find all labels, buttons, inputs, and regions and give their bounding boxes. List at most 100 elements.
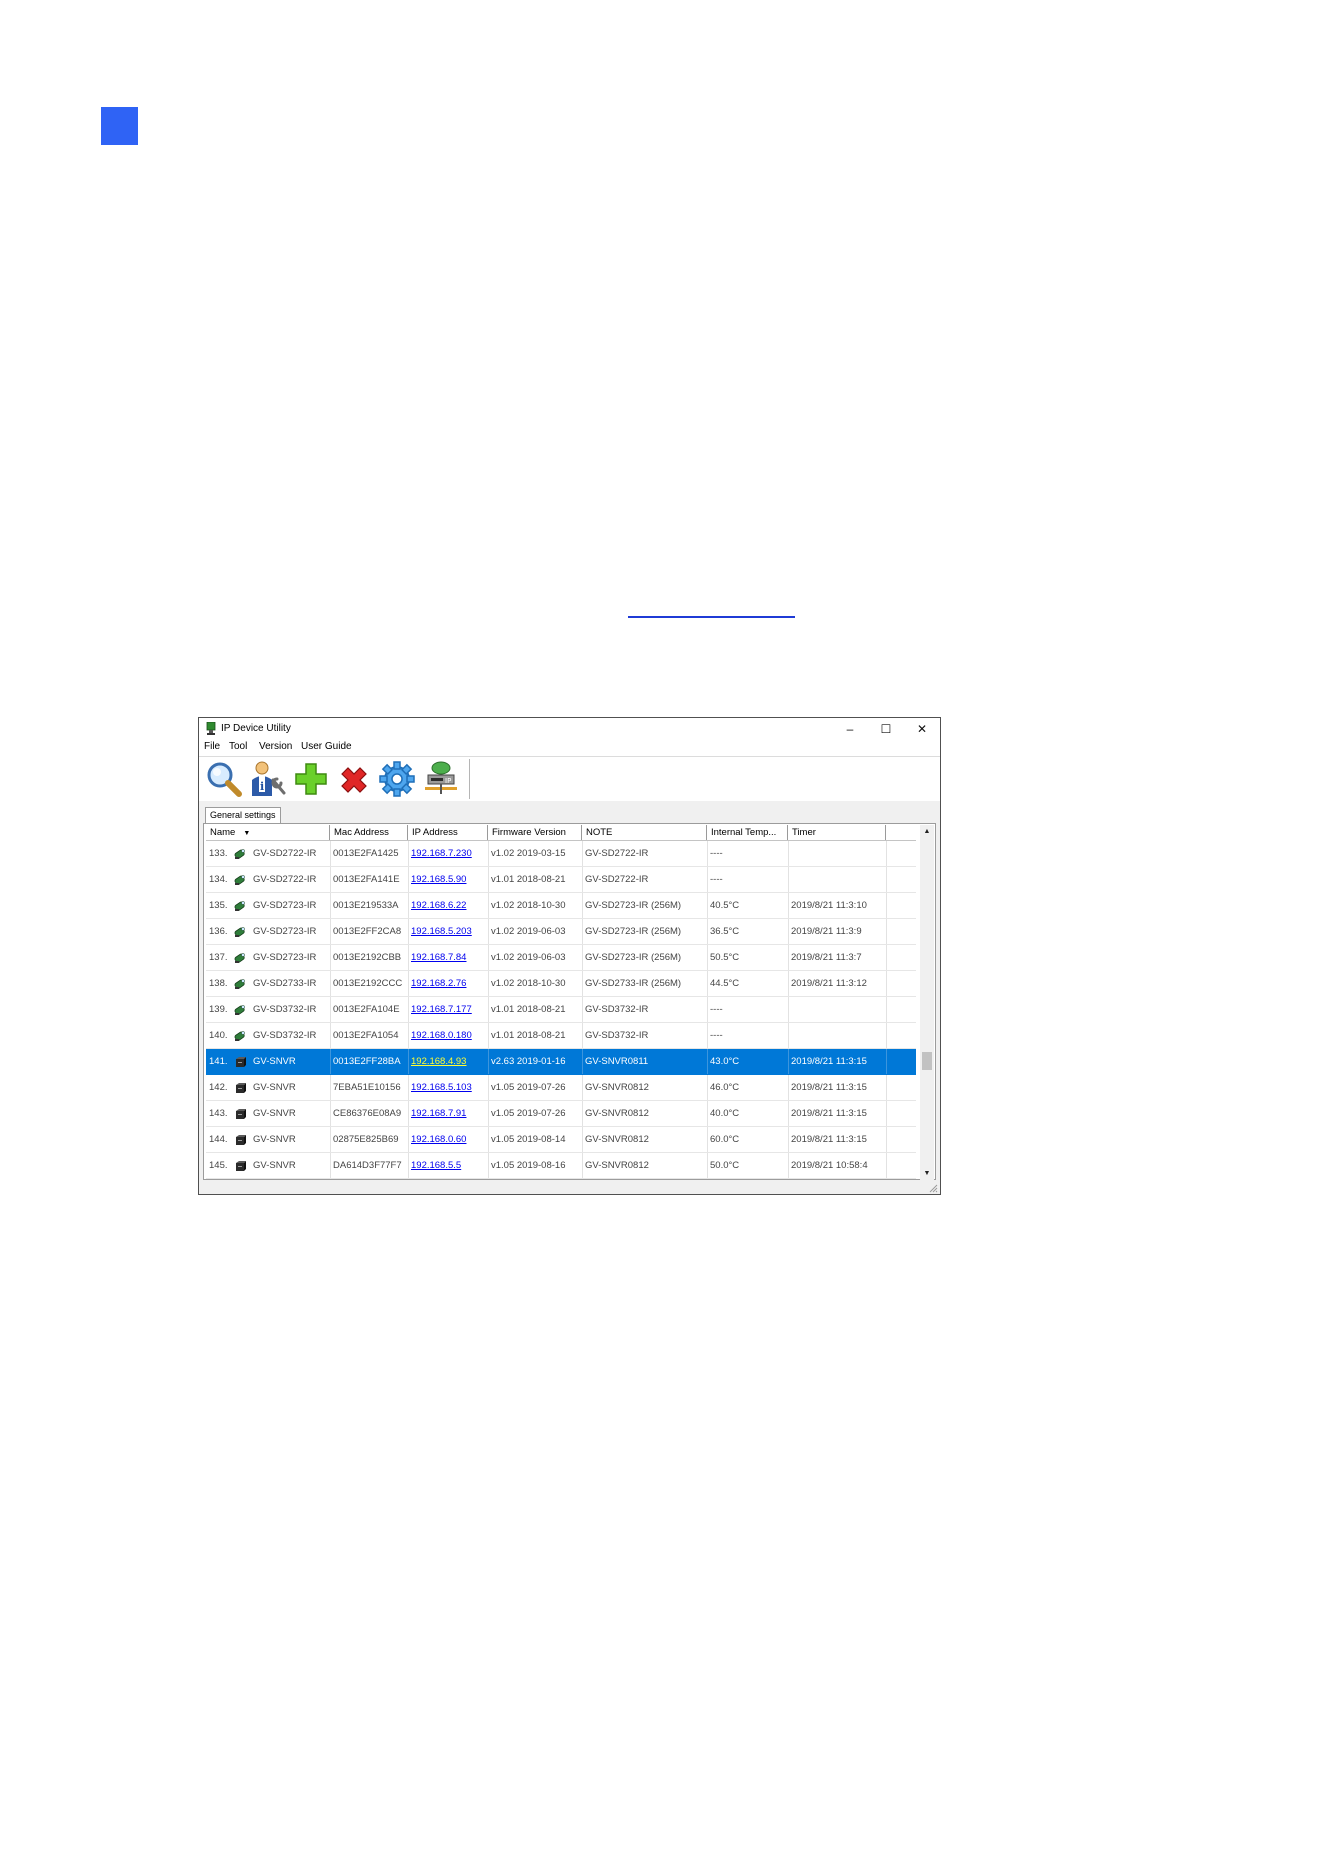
table-row[interactable]: 140. GV-SD3732-IR 0013E2FA1054 192.168.0.18… <box>206 1023 916 1049</box>
column-divider <box>488 893 489 918</box>
scroll-down-icon[interactable]: ▼ <box>920 1167 934 1181</box>
cell-ip-address[interactable]: 192.168.0.60 <box>408 1127 488 1152</box>
settings-button[interactable] <box>377 760 417 798</box>
cell-device-name: GV-SNVR <box>253 1134 296 1145</box>
column-header-mac[interactable]: Mac Address <box>330 825 408 840</box>
cell-internal-temp: 50.5°C <box>710 952 740 963</box>
cell-mac-address: CE86376E08A9 <box>333 1108 402 1119</box>
table-row[interactable]: 144. GV-SNVR 02875E825B69 192.168.0.60 v1.05… <box>206 1127 916 1153</box>
column-divider <box>330 1049 331 1074</box>
nvr-icon <box>236 1109 246 1119</box>
column-divider <box>707 893 708 918</box>
delete-button[interactable] <box>334 760 374 798</box>
column-divider <box>707 945 708 970</box>
cell-row-number: 136. <box>209 926 228 937</box>
cell-ip-address[interactable]: 192.168.5.90 <box>408 867 488 892</box>
network-device-button[interactable]: IP <box>421 760 461 798</box>
column-divider <box>707 1101 708 1126</box>
column-divider <box>330 1023 331 1048</box>
ip-address-link[interactable]: 192.168.5.203 <box>411 926 472 937</box>
column-divider <box>582 893 583 918</box>
cell-ip-address[interactable]: 192.168.7.230 <box>408 841 488 866</box>
column-header-ip[interactable]: IP Address <box>408 825 488 840</box>
table-row[interactable]: 133. GV-SD2722-IR 0013E2FA1425 192.168.7.23… <box>206 841 916 867</box>
ip-address-link[interactable]: 192.168.7.177 <box>411 1004 472 1015</box>
column-header-firmware[interactable]: Firmware Version <box>488 825 582 840</box>
tab-general-settings[interactable]: General settings <box>205 807 281 823</box>
cell-firmware-version: v1.02 2019-03-15 <box>491 848 566 859</box>
resize-grip-icon[interactable] <box>928 1183 938 1193</box>
table-row[interactable]: 143. GV-SNVR CE86376E08A9 192.168.7.91 v1.05… <box>206 1101 916 1127</box>
add-button[interactable] <box>291 760 331 798</box>
column-divider <box>408 1153 409 1178</box>
cell-ip-address[interactable]: 192.168.7.177 <box>408 997 488 1022</box>
table-row[interactable]: 142. GV-SNVR 7EBA51E10156 192.168.5.103 v1.0… <box>206 1075 916 1101</box>
search-button[interactable] <box>204 760 244 798</box>
minimize-button[interactable]: – <box>832 718 868 740</box>
cell-internal-temp: 36.5°C <box>710 926 740 937</box>
menu-user-guide[interactable]: User Guide <box>301 741 352 752</box>
ip-address-link[interactable]: 192.168.7.91 <box>411 1108 466 1119</box>
cell-ip-address[interactable]: 192.168.0.180 <box>408 1023 488 1048</box>
column-divider <box>788 1153 789 1178</box>
cell-ip-address[interactable]: 192.168.6.22 <box>408 893 488 918</box>
table-row[interactable]: 136. GV-SD2723-IR 0013E2FF2CA8 192.168.5.20… <box>206 919 916 945</box>
cell-internal-temp: 60.0°C <box>710 1134 740 1145</box>
maximize-button[interactable]: ☐ <box>868 718 904 740</box>
column-header-name[interactable]: Name ▼ <box>206 825 330 840</box>
column-divider <box>707 919 708 944</box>
cell-firmware-version: v1.05 2019-07-26 <box>491 1082 566 1093</box>
column-header-timer[interactable]: Timer <box>788 825 886 840</box>
column-divider <box>582 1101 583 1126</box>
cell-internal-temp: 40.5°C <box>710 900 740 911</box>
column-divider <box>707 1153 708 1178</box>
cell-note: GV-SD3732-IR <box>585 1030 649 1041</box>
cell-device-name: GV-SD2723-IR <box>253 900 317 911</box>
cell-ip-address[interactable]: 192.168.5.203 <box>408 919 488 944</box>
cell-ip-address[interactable]: 192.168.7.91 <box>408 1101 488 1126</box>
ip-address-link[interactable]: 192.168.5.90 <box>411 874 466 885</box>
cell-device-name: GV-SD3732-IR <box>253 1030 317 1041</box>
table-row[interactable]: 137. GV-SD2723-IR 0013E2192CBB 192.168.7.84… <box>206 945 916 971</box>
column-header-internal-temp[interactable]: Internal Temp... <box>707 825 788 840</box>
cell-ip-address[interactable]: 192.168.2.76 <box>408 971 488 996</box>
ip-address-link[interactable]: 192.168.6.22 <box>411 900 466 911</box>
cell-internal-temp: 43.0°C <box>710 1056 740 1067</box>
cell-timer: 2019/8/21 11:3:12 <box>791 978 867 989</box>
column-divider <box>408 867 409 892</box>
menu-version[interactable]: Version <box>259 741 292 752</box>
cell-timer: 2019/8/21 11:3:15 <box>791 1108 867 1119</box>
table-row[interactable]: 135. GV-SD2723-IR 0013E219533A 192.168.6.22… <box>206 893 916 919</box>
column-divider <box>330 867 331 892</box>
table-row[interactable]: 145. GV-SNVR DA614D3F77F7 192.168.5.5 v1.05 … <box>206 1153 916 1179</box>
ip-address-link[interactable]: 192.168.5.5 <box>411 1160 461 1171</box>
column-header-note[interactable]: NOTE <box>582 825 707 840</box>
column-divider <box>488 1049 489 1074</box>
ip-address-link[interactable]: 192.168.0.60 <box>411 1134 466 1145</box>
table-row[interactable]: 141. GV-SNVR 0013E2FF28BA 192.168.4.93 v2.63… <box>206 1049 916 1075</box>
table-row[interactable]: 134. GV-SD2722-IR 0013E2FA141E 192.168.5.90… <box>206 867 916 893</box>
table-row[interactable]: 139. GV-SD3732-IR 0013E2FA104E 192.168.7.17… <box>206 997 916 1023</box>
close-button[interactable]: ✕ <box>904 718 940 740</box>
menu-file[interactable]: File <box>204 741 220 752</box>
scroll-thumb[interactable] <box>922 1052 932 1070</box>
cell-ip-address[interactable]: 192.168.5.5 <box>408 1153 488 1178</box>
ip-address-link[interactable]: 192.168.2.76 <box>411 978 466 989</box>
ip-address-link[interactable]: 192.168.4.93 <box>411 1056 466 1067</box>
vertical-scrollbar[interactable]: ▲ ▼ <box>920 825 934 1181</box>
table-row[interactable]: 138. GV-SD2733-IR 0013E2192CCC 192.168.2.76… <box>206 971 916 997</box>
document-link-underline <box>628 616 795 618</box>
user-settings-button[interactable]: i <box>247 760 287 798</box>
ip-address-link[interactable]: 192.168.5.103 <box>411 1082 472 1093</box>
scroll-up-icon[interactable]: ▲ <box>920 825 934 839</box>
ip-address-link[interactable]: 192.168.0.180 <box>411 1030 472 1041</box>
cell-ip-address[interactable]: 192.168.5.103 <box>408 1075 488 1100</box>
ip-address-link[interactable]: 192.168.7.230 <box>411 848 472 859</box>
cell-row-number: 143. <box>209 1108 228 1119</box>
cell-ip-address[interactable]: 192.168.7.84 <box>408 945 488 970</box>
menu-tool[interactable]: Tool <box>229 741 247 752</box>
column-divider <box>788 893 789 918</box>
ip-address-link[interactable]: 192.168.7.84 <box>411 952 466 963</box>
cell-ip-address[interactable]: 192.168.4.93 <box>408 1049 488 1074</box>
column-divider <box>582 841 583 866</box>
